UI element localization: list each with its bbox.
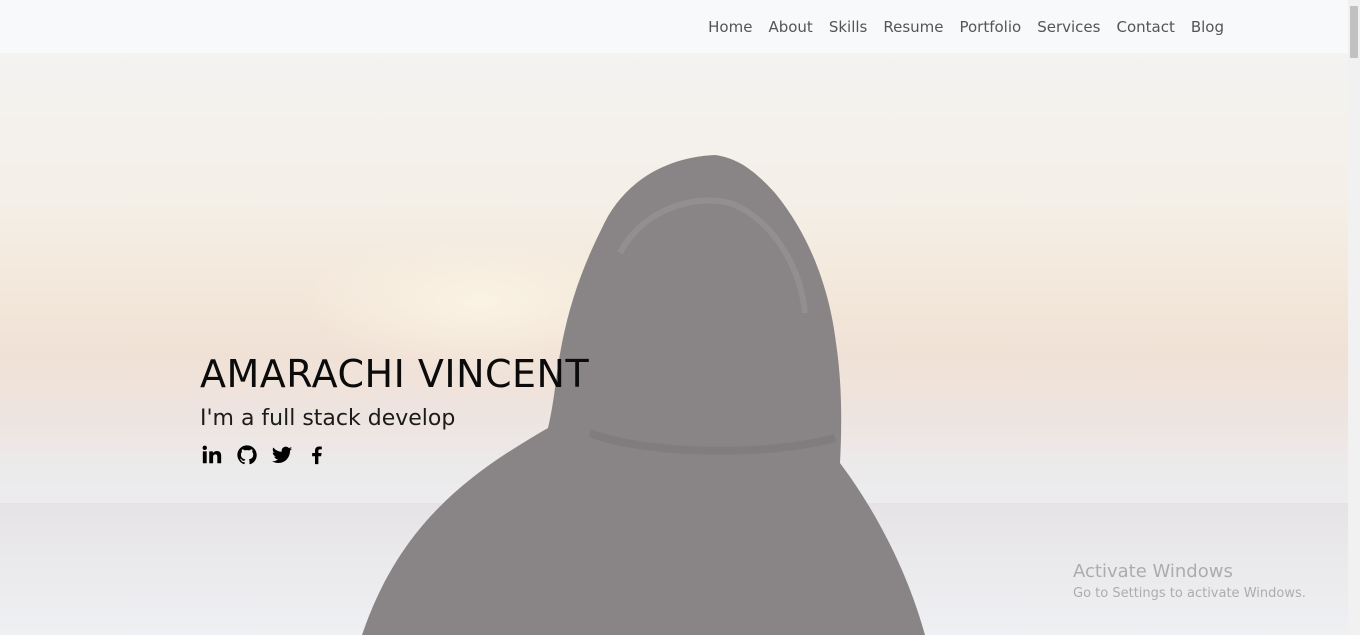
activate-windows-watermark: Activate Windows Go to Settings to activ…: [1073, 561, 1306, 601]
scrollbar-thumb[interactable]: [1350, 6, 1358, 58]
hero-section: [0, 53, 1348, 635]
nav-link-resume[interactable]: Resume: [883, 18, 943, 36]
navbar: Home About Skills Resume Portfolio Servi…: [0, 0, 1348, 53]
nav-link-services[interactable]: Services: [1037, 18, 1100, 36]
nav-link-contact[interactable]: Contact: [1116, 18, 1174, 36]
vertical-scrollbar[interactable]: [1348, 0, 1360, 635]
twitter-icon: [271, 446, 293, 463]
hero-title: AMARACHI VINCENT: [200, 352, 590, 396]
nav-link-about[interactable]: About: [768, 18, 812, 36]
nav-link-blog[interactable]: Blog: [1191, 18, 1224, 36]
linkedin-link[interactable]: [200, 443, 224, 467]
facebook-icon: [312, 446, 322, 465]
linkedin-icon: [202, 445, 222, 464]
social-links: [200, 443, 589, 467]
nav-link-portfolio[interactable]: Portfolio: [959, 18, 1021, 36]
hero-overlay: [0, 53, 1348, 635]
github-icon: [237, 445, 257, 465]
github-link[interactable]: [235, 443, 259, 467]
nav-menu: Home About Skills Resume Portfolio Servi…: [692, 0, 1224, 53]
watermark-title: Activate Windows: [1073, 561, 1233, 582]
nav-link-home[interactable]: Home: [708, 18, 752, 36]
hero-content: AMARACHI VINCENT I'm a full stack develo…: [200, 352, 589, 467]
twitter-link[interactable]: [270, 443, 294, 467]
hero-subtitle: I'm a full stack develop: [200, 406, 456, 431]
nav-link-skills[interactable]: Skills: [829, 18, 868, 36]
watermark-subtitle: Go to Settings to activate Windows.: [1073, 586, 1306, 601]
page: Home About Skills Resume Portfolio Servi…: [0, 0, 1360, 635]
facebook-link[interactable]: [305, 443, 329, 467]
